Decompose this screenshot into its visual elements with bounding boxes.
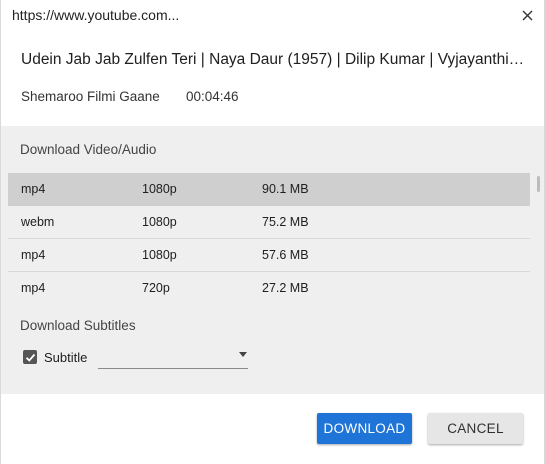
format-size: 57.6 MB [262,248,309,262]
format-size: 75.2 MB [262,215,309,229]
format-row[interactable]: mp4 1080p 57.6 MB [8,239,530,272]
close-icon [522,10,532,20]
video-duration: 00:04:46 [186,89,239,104]
cancel-button[interactable]: CANCEL [428,413,523,444]
format-row[interactable]: webm 1080p 75.2 MB [8,206,530,239]
format-resolution: 1080p [142,182,177,196]
video-audio-section-label: Download Video/Audio [20,142,157,157]
format-list: mp4 1080p 90.1 MB webm 1080p 75.2 MB mp4… [8,173,530,305]
dropdown-arrow-icon [239,352,247,357]
video-title: Udein Jab Jab Zulfen Teri | Naya Daur (1… [21,51,526,68]
download-button[interactable]: DOWNLOAD [317,413,412,444]
format-type: mp4 [21,281,46,295]
format-list-scrollbar[interactable] [536,173,542,293]
options-panel: Download Video/Audio mp4 1080p 90.1 MB w… [1,126,544,394]
format-row[interactable]: mp4 720p 27.2 MB [8,272,530,305]
checkmark-icon [25,353,35,362]
format-resolution: 1080p [142,215,177,229]
download-dialog: https://www.youtube.com... Udein Jab Jab… [0,0,545,464]
video-meta: Shemaroo Filmi Gaane 00:04:46 [21,89,239,104]
format-size: 90.1 MB [262,182,309,196]
format-row[interactable]: mp4 1080p 90.1 MB [8,173,530,206]
source-url: https://www.youtube.com... [12,7,180,23]
scrollbar-thumb[interactable] [537,176,540,192]
subtitle-checkbox[interactable] [23,350,37,364]
format-type: mp4 [21,248,46,262]
format-type: mp4 [21,182,46,196]
subtitle-checkbox-label: Subtitle [44,350,88,365]
channel-name: Shemaroo Filmi Gaane [21,89,160,104]
subtitles-section-label: Download Subtitles [20,318,136,333]
format-resolution: 720p [142,281,170,295]
dialog-titlebar: https://www.youtube.com... [1,0,545,32]
format-type: webm [21,215,55,229]
subtitle-option: Subtitle [23,346,253,369]
format-size: 27.2 MB [262,281,309,295]
subtitle-language-select[interactable] [98,346,248,369]
format-resolution: 1080p [142,248,177,262]
close-button[interactable] [516,4,538,26]
